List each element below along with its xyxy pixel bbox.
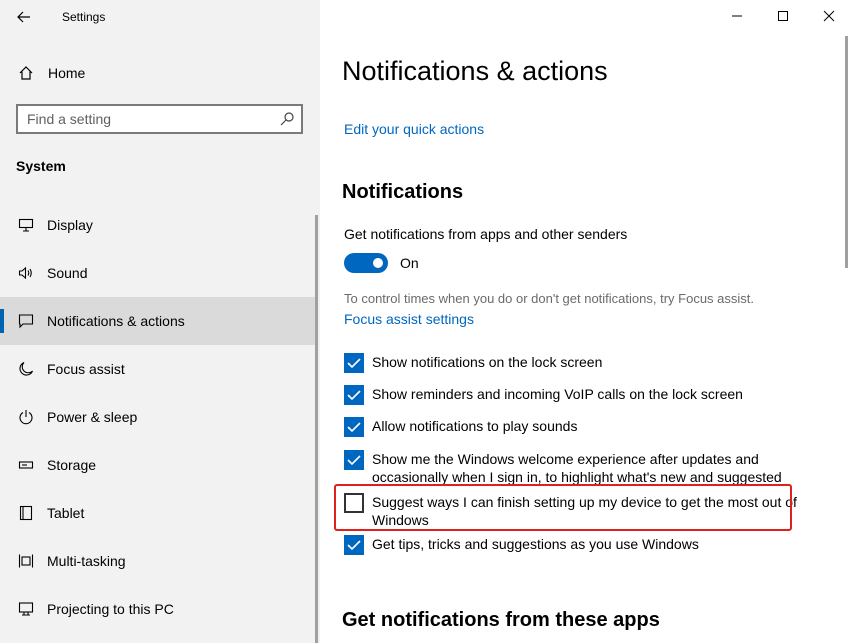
sidebar-item-notifications[interactable]: Notifications & actions [0, 297, 316, 345]
back-button[interactable] [12, 6, 36, 28]
get-notifications-label: Get notifications from apps and other se… [344, 226, 628, 242]
notifications-toggle[interactable] [344, 253, 388, 273]
titlebar-left: Settings [0, 0, 320, 34]
checkmark-icon [347, 422, 361, 433]
apps-heading: Get notifications from these apps [342, 609, 660, 631]
sidebar: Settings Home System Display Sound Notif… [0, 0, 320, 643]
sidebar-item-label: Focus assist [47, 361, 125, 377]
sidebar-item-sound[interactable]: Sound [0, 249, 316, 297]
notifications-toggle-row: On [344, 253, 419, 273]
maximize-button[interactable] [760, 0, 806, 32]
home-icon [16, 65, 36, 81]
close-icon [823, 10, 835, 22]
search-icon[interactable] [279, 111, 295, 127]
checkbox-row-welcome[interactable]: Show me the Windows welcome experience a… [344, 450, 804, 484]
sidebar-item-focus-assist[interactable]: Focus assist [0, 345, 316, 393]
checkbox[interactable] [344, 535, 364, 555]
main-scrollbar[interactable] [845, 36, 848, 268]
section-label: System [16, 158, 66, 174]
tablet-icon [16, 503, 36, 523]
sidebar-item-label: Sound [47, 265, 88, 281]
sidebar-item-multitasking[interactable]: Multi-tasking [0, 537, 316, 585]
sidebar-item-display[interactable]: Display [0, 201, 316, 249]
sound-icon [16, 263, 36, 283]
sidebar-scrollbar[interactable] [315, 215, 318, 643]
sidebar-item-label: Storage [47, 457, 97, 473]
checkbox-label: Show me the Windows welcome experience a… [372, 451, 782, 484]
checkbox[interactable] [344, 353, 364, 373]
search-box[interactable] [16, 104, 303, 134]
highlight-box [334, 484, 792, 531]
notifications-icon [16, 311, 36, 331]
checkbox-label: Show notifications on the lock screen [372, 354, 603, 370]
sidebar-item-tablet[interactable]: Tablet [0, 489, 316, 537]
checkbox-row-lock-screen[interactable]: Show notifications on the lock screen [344, 353, 804, 373]
app-title: Settings [62, 10, 106, 24]
checkbox[interactable] [344, 417, 364, 437]
notifications-heading: Notifications [342, 181, 464, 203]
checkmark-icon [347, 540, 361, 551]
focus-assist-text: To control times when you do or don't ge… [344, 291, 755, 306]
search-input[interactable] [27, 111, 267, 127]
close-button[interactable] [806, 0, 852, 32]
page-title: Notifications & actions [342, 56, 608, 86]
checkbox-row-tips[interactable]: Get tips, tricks and suggestions as you … [344, 535, 804, 555]
home-label: Home [48, 65, 86, 81]
focus-assist-settings-link[interactable]: Focus assist settings [344, 311, 474, 327]
checkbox-row-sounds[interactable]: Allow notifications to play sounds [344, 417, 804, 437]
storage-icon [16, 455, 36, 475]
toggle-state-label: On [400, 255, 419, 271]
minimize-button[interactable] [714, 0, 760, 32]
checkbox-label: Show reminders and incoming VoIP calls o… [372, 386, 743, 402]
nav-list: Display Sound Notifications & actions Fo… [0, 201, 316, 633]
sidebar-item-projecting[interactable]: Projecting to this PC [0, 585, 316, 633]
checkbox[interactable] [344, 385, 364, 405]
display-icon [16, 215, 36, 235]
edit-quick-actions-link[interactable]: Edit your quick actions [344, 121, 484, 137]
window-controls [714, 0, 852, 32]
multitasking-icon [16, 551, 36, 571]
sidebar-item-label: Projecting to this PC [47, 601, 174, 617]
power-icon [16, 407, 36, 427]
checkbox-label: Allow notifications to play sounds [372, 418, 578, 434]
checkbox-label: Get tips, tricks and suggestions as you … [372, 536, 699, 552]
maximize-icon [778, 11, 788, 21]
sidebar-item-power-sleep[interactable]: Power & sleep [0, 393, 316, 441]
projecting-icon [16, 599, 36, 619]
back-arrow-icon [17, 11, 30, 23]
toggle-knob [373, 258, 383, 268]
sidebar-item-label: Notifications & actions [47, 313, 185, 329]
checkmark-icon [347, 358, 361, 369]
sidebar-item-label: Power & sleep [47, 409, 138, 425]
checkmark-icon [347, 455, 361, 466]
sidebar-item-storage[interactable]: Storage [0, 441, 316, 489]
sidebar-item-label: Tablet [47, 505, 85, 521]
sidebar-item-label: Display [47, 217, 93, 233]
minimize-icon [732, 15, 742, 17]
home-link[interactable]: Home [0, 56, 320, 90]
checkbox[interactable] [344, 450, 364, 470]
main-content: Notifications & actions Edit your quick … [320, 0, 852, 643]
sidebar-item-label: Multi-tasking [47, 553, 126, 569]
moon-icon [16, 359, 36, 379]
checkbox-row-reminders[interactable]: Show reminders and incoming VoIP calls o… [344, 385, 804, 405]
checkmark-icon [347, 390, 361, 401]
